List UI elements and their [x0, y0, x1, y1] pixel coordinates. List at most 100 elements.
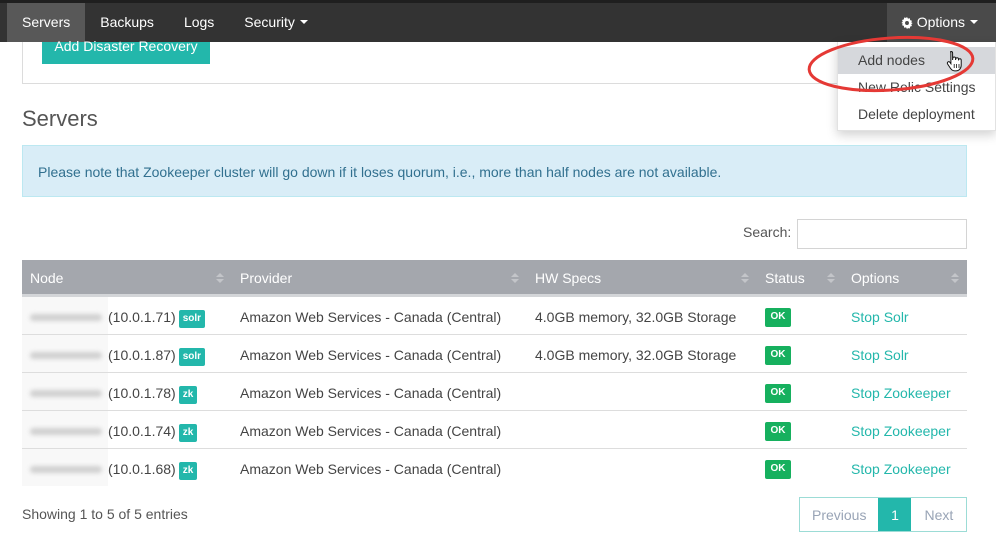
redacted-node-name [22, 373, 108, 410]
node-role-badge: zk [178, 386, 198, 404]
hw-specs-cell [527, 373, 757, 410]
sort-icon [827, 273, 835, 284]
nav-item-backups[interactable]: Backups [85, 3, 169, 42]
node-cell: (10.0.1.87) solr [22, 335, 232, 372]
stop-service-link[interactable]: Stop Zookeeper [851, 423, 951, 439]
status-cell: OK [757, 373, 843, 410]
options-label: Options [916, 14, 965, 30]
nav-item-security[interactable]: Security [229, 3, 323, 42]
node-cell: (10.0.1.74) zk [22, 411, 232, 448]
pagination-next[interactable]: Next [911, 498, 967, 531]
column-label: Node [30, 270, 64, 286]
nav-item-servers[interactable]: Servers [7, 3, 86, 42]
provider-cell: Amazon Web Services - Canada (Central) [240, 385, 502, 401]
redacted-node-name [22, 335, 108, 372]
pagination-page-current[interactable]: 1 [878, 498, 912, 531]
nav-item-label: Security [244, 14, 295, 30]
node-ip: (10.0.1.68) [108, 461, 176, 477]
column-header-hw-specs[interactable]: HW Specs [527, 260, 757, 294]
redacted-node-name [22, 297, 108, 334]
redacted-node-name [22, 411, 108, 448]
page-title: Servers [22, 106, 98, 131]
status-badge: OK [765, 346, 791, 365]
nav-item-label: Backups [100, 14, 154, 30]
node-ip: (10.0.1.74) [108, 423, 176, 439]
node-role-badge: solr [178, 310, 206, 328]
status-badge: OK [765, 308, 791, 327]
menu-item-label: Delete deployment [858, 106, 975, 122]
button-label: Add Disaster Recovery [54, 38, 198, 54]
node-ip: (10.0.1.71) [108, 309, 176, 325]
provider-cell: Amazon Web Services - Canada (Central) [240, 309, 502, 325]
options-cell: Stop Zookeeper [843, 449, 967, 486]
provider-cell: Amazon Web Services - Canada (Central) [240, 347, 502, 363]
stop-service-link[interactable]: Stop Zookeeper [851, 385, 951, 401]
table-row: (10.0.1.78) zk Amazon Web Services - Cana… [22, 373, 967, 411]
table-row: (10.0.1.71) solr Amazon Web Services - Ca… [22, 297, 967, 335]
add-disaster-recovery-button[interactable]: Add Disaster Recovery [42, 39, 210, 64]
nav-right: Options [886, 3, 996, 42]
table-row: (10.0.1.68) zk Amazon Web Services - Cana… [22, 449, 967, 487]
column-header-options[interactable]: Options [843, 260, 967, 294]
nav-menu: Servers Backups Logs Security [7, 3, 323, 42]
provider-cell: Amazon Web Services - Canada (Central) [240, 461, 502, 477]
sort-icon [741, 273, 749, 284]
caret-down-icon [970, 19, 978, 24]
menu-item-label: New Relic Settings [858, 79, 976, 95]
status-cell: OK [757, 411, 843, 448]
sort-icon [511, 273, 519, 284]
quorum-alert: Please note that Zookeeper cluster will … [22, 145, 967, 197]
caret-down-icon [299, 20, 308, 25]
options-cell: Stop Zookeeper [843, 411, 967, 448]
table-info: Showing 1 to 5 of 5 entries [22, 506, 188, 522]
node-role-badge: zk [178, 424, 198, 442]
status-badge: OK [765, 460, 791, 479]
menu-item-label: Add nodes [858, 52, 925, 68]
status-cell: OK [757, 449, 843, 486]
hw-specs-cell: 4.0GB memory, 32.0GB Storage [535, 347, 737, 363]
sort-icon [216, 273, 224, 284]
column-header-status[interactable]: Status [757, 260, 843, 294]
node-cell: (10.0.1.68) zk [22, 449, 232, 486]
column-label: HW Specs [535, 270, 602, 286]
options-cell: Stop Solr [843, 297, 967, 334]
stop-service-link[interactable]: Stop Solr [851, 347, 909, 363]
node-cell: (10.0.1.71) solr [22, 297, 232, 334]
column-header-provider[interactable]: Provider [232, 260, 527, 294]
stop-service-link[interactable]: Stop Solr [851, 309, 909, 325]
column-label: Options [851, 270, 900, 286]
status-cell: OK [757, 297, 843, 334]
options-cell: Stop Zookeeper [843, 373, 967, 410]
top-navbar: Servers Backups Logs Security Options [0, 0, 996, 42]
hand-pointer-cursor-icon [946, 50, 962, 72]
hw-specs-cell: 4.0GB memory, 32.0GB Storage [535, 309, 737, 325]
redacted-node-name [22, 449, 108, 486]
stop-service-link[interactable]: Stop Zookeeper [851, 461, 951, 477]
options-cell: Stop Solr [843, 335, 967, 372]
nav-item-label: Logs [183, 14, 215, 30]
node-ip: (10.0.1.78) [108, 385, 176, 401]
node-cell: (10.0.1.78) zk [22, 373, 232, 410]
search-label: Search: [743, 224, 792, 240]
options-dropdown-toggle[interactable]: Options [886, 3, 996, 42]
menu-item-new-relic-settings[interactable]: New Relic Settings [838, 74, 995, 101]
table-row: (10.0.1.87) solr Amazon Web Services - Ca… [22, 335, 967, 373]
node-role-badge: zk [178, 462, 198, 480]
pagination-previous[interactable]: Previous [800, 498, 879, 531]
servers-table: Node Provider HW Specs Status Options (1… [22, 260, 967, 487]
nav-item-label: Servers [22, 14, 71, 30]
menu-item-delete-deployment[interactable]: Delete deployment [838, 101, 995, 128]
status-badge: OK [765, 422, 791, 441]
node-role-badge: solr [178, 348, 206, 366]
status-cell: OK [757, 335, 843, 372]
menu-item-add-nodes[interactable]: Add nodes [838, 47, 995, 74]
search-input[interactable] [797, 219, 967, 249]
options-dropdown-menu: Add nodes New Relic Settings Delete depl… [837, 42, 996, 131]
status-badge: OK [765, 384, 791, 403]
hw-specs-cell [527, 449, 757, 486]
column-label: Provider [240, 270, 293, 286]
node-ip: (10.0.1.87) [108, 347, 176, 363]
column-header-node[interactable]: Node [22, 260, 232, 294]
nav-item-logs[interactable]: Logs [169, 3, 229, 42]
gear-icon [901, 16, 913, 29]
